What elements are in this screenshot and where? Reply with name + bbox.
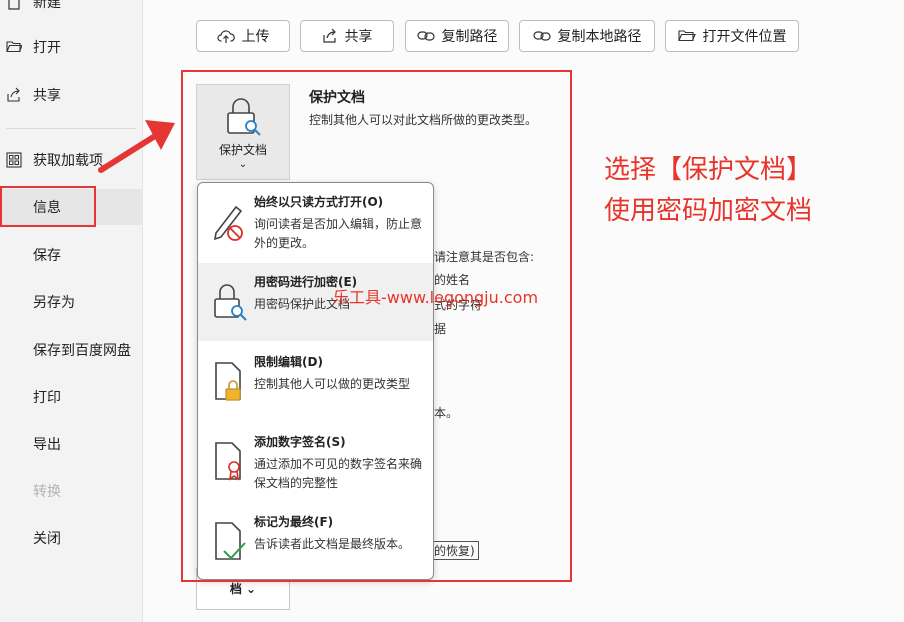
sidebar-item-label: 保存到百度网盘 <box>33 343 131 359</box>
sidebar-item-open[interactable]: 打开 <box>0 29 143 65</box>
sidebar-item-save-to-baidu[interactable]: 保存到百度网盘 <box>0 332 143 368</box>
sidebar-item-save[interactable]: 保存 <box>0 237 143 273</box>
folder-open-icon <box>677 30 696 42</box>
sidebar-item-label: 保存 <box>33 248 61 264</box>
share-label: 共享 <box>344 29 373 45</box>
annotation-text: 选择【保护文档】 使用密码加密文档 <box>604 150 812 232</box>
share-button[interactable]: 共享 <box>300 20 394 52</box>
annotation-line: 使用密码加密文档 <box>604 196 813 226</box>
copy-path-button[interactable]: 复制路径 <box>405 20 509 52</box>
sidebar-item-share[interactable]: 共享 <box>0 77 143 113</box>
sidebar-item-print[interactable]: 打印 <box>0 379 143 415</box>
share-icon <box>322 28 336 43</box>
sidebar-item-label: 另存为 <box>33 295 75 311</box>
grid-icon <box>6 152 22 168</box>
open-file-location-button[interactable]: 打开文件位置 <box>665 20 799 52</box>
upload-button[interactable]: 上传 <box>196 20 290 52</box>
backstage-sidebar: 新建 打开 共享 获取加载项 信息 保存 另存为 保存到百度网盘 打印 导出 转… <box>0 0 143 622</box>
upload-label: 上传 <box>241 29 270 45</box>
arrow-icon <box>98 120 175 173</box>
info-highlight-box <box>0 186 96 227</box>
sidebar-item-label: 共享 <box>33 88 61 104</box>
sidebar-item-label: 导出 <box>33 437 61 453</box>
watermark: 乐工具-www.legongju.com <box>333 288 539 307</box>
folder-open-icon <box>6 41 22 53</box>
sidebar-item-export[interactable]: 导出 <box>0 426 143 462</box>
annotation-line: 选择【保护文档】 <box>604 155 813 185</box>
sidebar-item-label: 打开 <box>33 40 61 56</box>
sidebar-item-label: 打印 <box>33 390 61 406</box>
link-icon <box>532 31 551 41</box>
sidebar-item-label: 关闭 <box>33 531 61 547</box>
sidebar-item-label: 转换 <box>33 484 61 500</box>
share-icon <box>7 87 20 102</box>
cloud-upload-icon <box>216 30 235 43</box>
copy-local-path-label: 复制本地路径 <box>557 29 642 45</box>
copy-path-label: 复制路径 <box>441 29 498 45</box>
sidebar-item-new[interactable]: 新建 <box>0 0 143 20</box>
sidebar-item-label: 获取加载项 <box>33 153 103 169</box>
sidebar-item-save-as[interactable]: 另存为 <box>0 284 143 320</box>
new-doc-icon <box>8 0 20 10</box>
open-file-location-label: 打开文件位置 <box>702 29 787 45</box>
link-icon <box>416 31 435 41</box>
highlight-box <box>181 70 572 582</box>
sidebar-item-convert: 转换 <box>0 473 143 509</box>
copy-local-path-button[interactable]: 复制本地路径 <box>519 20 655 52</box>
sidebar-item-label: 新建 <box>33 0 61 11</box>
sidebar-item-close[interactable]: 关闭 <box>0 520 143 556</box>
